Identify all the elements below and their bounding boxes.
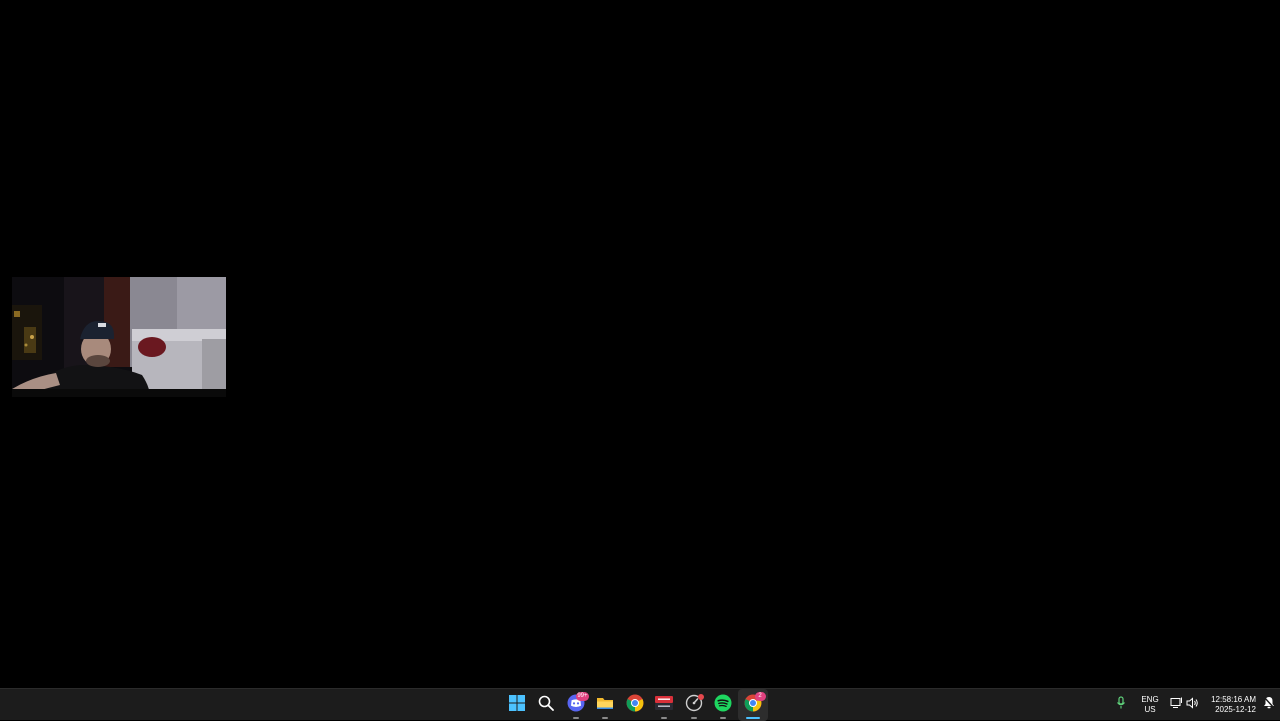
webcam-feed[interactable] <box>12 277 226 397</box>
taskbar-app-chrome-active[interactable]: 2 <box>738 689 768 721</box>
volume-button[interactable] <box>1184 689 1200 721</box>
start-button[interactable] <box>502 689 532 721</box>
language-indicator[interactable]: ENG US <box>1132 689 1168 721</box>
network-icon <box>1170 696 1183 714</box>
taskbar-app-file-explorer[interactable] <box>591 689 621 721</box>
notifications-button[interactable] <box>1258 689 1280 721</box>
chrome-icon <box>626 694 644 717</box>
taskbar-pinned-apps: 99+ 2 <box>502 689 768 721</box>
video-app-icon <box>655 695 674 716</box>
microphone-button[interactable] <box>1110 689 1132 721</box>
clock-date: 2025-12-12 <box>1215 705 1256 714</box>
taskbar-app-performance[interactable] <box>679 689 709 721</box>
spotify-icon <box>714 694 732 717</box>
system-tray: ENG US 12:58:16 AM 2025-12-12 <box>1110 689 1280 721</box>
clock-time: 12:58:16 AM <box>1211 695 1256 704</box>
taskbar-app-video[interactable] <box>650 689 680 721</box>
alert-dot <box>697 694 704 700</box>
folder-icon <box>596 695 614 716</box>
running-indicator <box>572 717 579 719</box>
running-indicator <box>720 717 727 719</box>
running-indicator <box>690 717 697 719</box>
running-indicator-focused <box>745 717 760 719</box>
notification-badge: 99+ <box>576 692 589 701</box>
running-indicator <box>602 717 609 719</box>
notification-bell-icon <box>1263 696 1275 714</box>
notification-badge: 2 <box>754 692 766 701</box>
network-button[interactable] <box>1168 689 1184 721</box>
taskbar-app-chrome[interactable] <box>620 689 650 721</box>
windows-start-icon <box>508 694 525 716</box>
microphone-icon <box>1116 695 1126 715</box>
desktop <box>0 0 1280 688</box>
search-button[interactable] <box>532 689 562 721</box>
language-code: ENG <box>1141 695 1159 704</box>
taskbar-app-discord[interactable]: 99+ <box>561 689 591 721</box>
running-indicator <box>661 717 668 719</box>
webcam-feed-image <box>12 277 226 397</box>
clock[interactable]: 12:58:16 AM 2025-12-12 <box>1200 689 1258 721</box>
language-region: US <box>1144 705 1156 714</box>
taskbar: 99+ 2 ENG US 12:58:16 AM 2025-12-12 <box>0 688 1280 721</box>
volume-icon <box>1186 696 1199 714</box>
search-icon <box>538 695 555 716</box>
taskbar-app-spotify[interactable] <box>709 689 739 721</box>
